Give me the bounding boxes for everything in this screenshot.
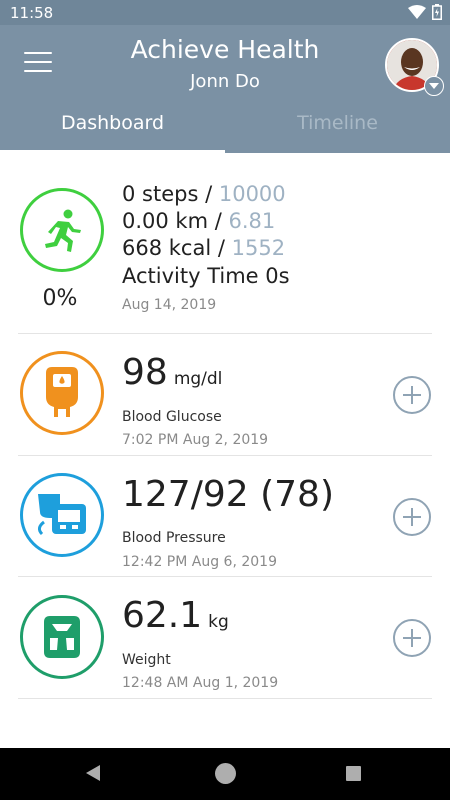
blood-glucose-card[interactable]: 98 mg/dl Blood Glucose 7:02 PM Aug 2, 201… <box>18 334 432 456</box>
add-pressure-button[interactable] <box>393 498 431 536</box>
weight-label: Weight <box>122 652 171 668</box>
calories-line: 668 kcal / 1552 <box>122 236 286 260</box>
glucose-timestamp: 7:02 PM Aug 2, 2019 <box>122 432 269 448</box>
calories-value: 668 kcal <box>122 236 212 260</box>
activity-percent: 0% <box>42 286 78 311</box>
calories-goal: 1552 <box>231 236 286 260</box>
pressure-value: 127/92 (78) <box>122 474 334 515</box>
status-time: 11:58 <box>10 4 54 22</box>
weight-unit: kg <box>208 612 229 632</box>
blood-pressure-card[interactable]: 127/92 (78) Blood Pressure 12:42 PM Aug … <box>18 456 432 577</box>
distance-value: 0.00 km <box>122 209 209 233</box>
distance-line: 0.00 km / 6.81 <box>122 209 276 233</box>
pressure-label: Blood Pressure <box>122 530 226 546</box>
home-icon[interactable] <box>215 763 236 784</box>
app-header: Achieve Health Jonn Do Dashboard Timelin… <box>0 25 450 153</box>
weight-card[interactable]: 62.1 kg Weight 12:48 AM Aug 1, 2019 <box>18 577 432 699</box>
glucose-value: 98 <box>122 352 168 393</box>
steps-line: 0 steps / 10000 <box>122 182 286 206</box>
back-icon[interactable] <box>86 765 100 781</box>
running-person-icon <box>45 209 81 252</box>
glucose-unit: mg/dl <box>173 369 223 389</box>
activity-time: Activity Time 0s <box>122 264 290 288</box>
tab-timeline[interactable]: Timeline <box>225 112 450 153</box>
steps-value: 0 steps <box>122 182 199 206</box>
pressure-icon-circle <box>20 473 104 557</box>
activity-date: Aug 14, 2019 <box>122 297 217 313</box>
glucose-icon-circle <box>20 351 104 435</box>
weight-icon-circle <box>20 595 104 679</box>
steps-goal: 10000 <box>218 182 286 206</box>
add-weight-button[interactable] <box>393 619 431 657</box>
weight-timestamp: 12:48 AM Aug 1, 2019 <box>122 675 279 691</box>
scale-icon <box>44 616 80 658</box>
add-glucose-button[interactable] <box>393 376 431 414</box>
glucose-meter-icon <box>46 367 78 417</box>
tab-dashboard[interactable]: Dashboard <box>0 112 225 153</box>
pressure-timestamp: 12:42 PM Aug 6, 2019 <box>122 554 277 570</box>
status-icons <box>408 4 442 20</box>
system-navigation-bar <box>0 748 450 800</box>
chevron-down-icon <box>429 83 439 89</box>
glucose-reading: 98 mg/dl <box>122 352 222 393</box>
activity-card[interactable]: 0% 0 steps / 10000 0.00 km / 6.81 668 kc… <box>18 166 432 334</box>
wifi-icon <box>408 5 426 19</box>
avatar-dropdown-button[interactable] <box>424 76 444 96</box>
recent-apps-icon[interactable] <box>346 766 361 781</box>
app-title: Achieve Health <box>130 35 320 64</box>
distance-goal: 6.81 <box>228 209 276 233</box>
status-bar: 11:58 <box>0 0 450 25</box>
active-tab-indicator <box>0 150 225 153</box>
battery-icon <box>432 4 442 20</box>
glucose-label: Blood Glucose <box>122 409 222 425</box>
weight-value: 62.1 <box>122 595 203 636</box>
blood-pressure-monitor-icon <box>37 494 86 536</box>
activity-icon-circle <box>20 188 104 272</box>
weight-reading: 62.1 kg <box>122 595 229 636</box>
user-name: Jonn Do <box>190 71 260 92</box>
